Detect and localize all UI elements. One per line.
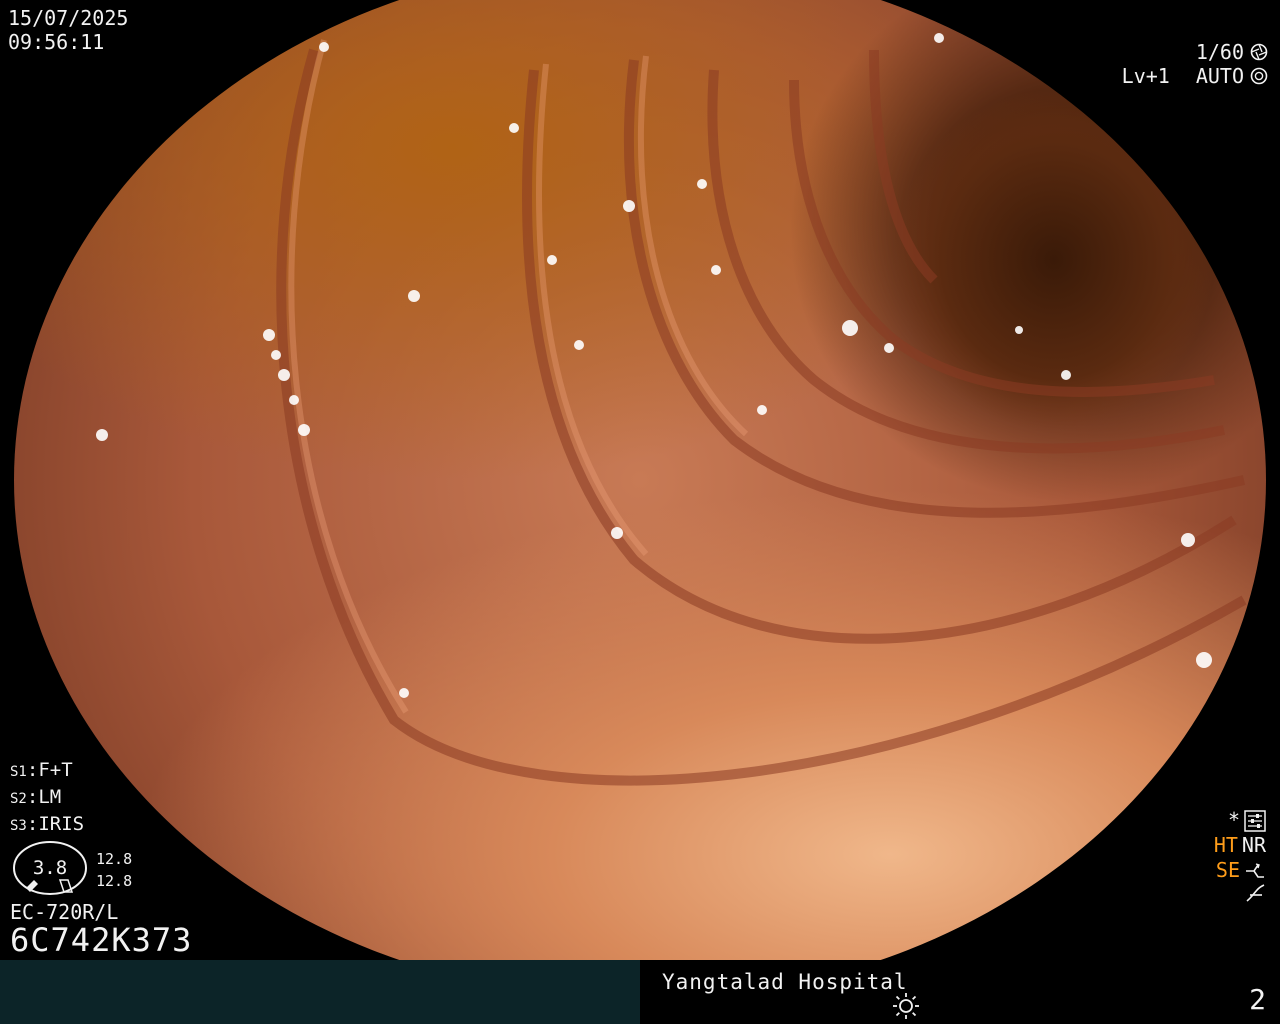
mode-s3: S3:IRIS <box>10 813 85 835</box>
stiffness-gauge-icon: 3.8 <box>13 841 87 895</box>
status-star: * <box>1227 808 1240 832</box>
image-processing-status: * HT NR SE <box>1214 808 1266 905</box>
endoscopy-monitor: 15/07/2025 09:56:11 1/60 Lv+1 AUTO S1:F+… <box>0 0 1280 1024</box>
footer-left-panel <box>0 960 640 1024</box>
mode-s2: S2:LM <box>10 786 62 808</box>
time-text: 09:56:11 <box>8 30 105 54</box>
gauge-readings: 12.8 12.8 <box>96 848 132 892</box>
shutter-speed: 1/60 <box>1195 40 1244 64</box>
se-indicator: SE <box>1215 858 1240 882</box>
mode-s1: S1:F+T <box>10 759 73 781</box>
iris-icon <box>1250 67 1268 85</box>
hospital-name: Yangtalad Hospital <box>662 970 908 994</box>
exposure-panel: 1/60 Lv+1 AUTO <box>1122 40 1268 88</box>
scope-serial: 6C742K373 <box>10 921 193 959</box>
ht-indicator: HT <box>1213 833 1238 857</box>
endoscopic-image <box>14 0 1266 1000</box>
freeze-icon <box>1246 884 1265 902</box>
datetime: 15/07/2025 09:56:11 <box>8 6 128 54</box>
date-text: 15/07/2025 <box>8 6 129 30</box>
mucosal-folds <box>96 33 1247 786</box>
page-number: 2 <box>1249 983 1266 1016</box>
light-source-icon <box>893 993 919 1019</box>
aperture-icon <box>1250 43 1268 61</box>
nr-indicator: NR <box>1241 833 1266 857</box>
settings-icon <box>1244 809 1266 832</box>
gauge-upper: 12.8 <box>96 850 133 868</box>
enhance-icon <box>1246 862 1264 878</box>
scope-switch-modes: S1:F+T S2:LM S3:IRIS <box>10 758 84 839</box>
gauge-value: 3.8 <box>33 857 67 879</box>
brightness-level: Lv+1 <box>1121 64 1170 88</box>
footer-bar <box>0 960 1280 1024</box>
exposure-mode: AUTO <box>1195 64 1244 88</box>
gauge-lower: 12.8 <box>96 872 133 890</box>
